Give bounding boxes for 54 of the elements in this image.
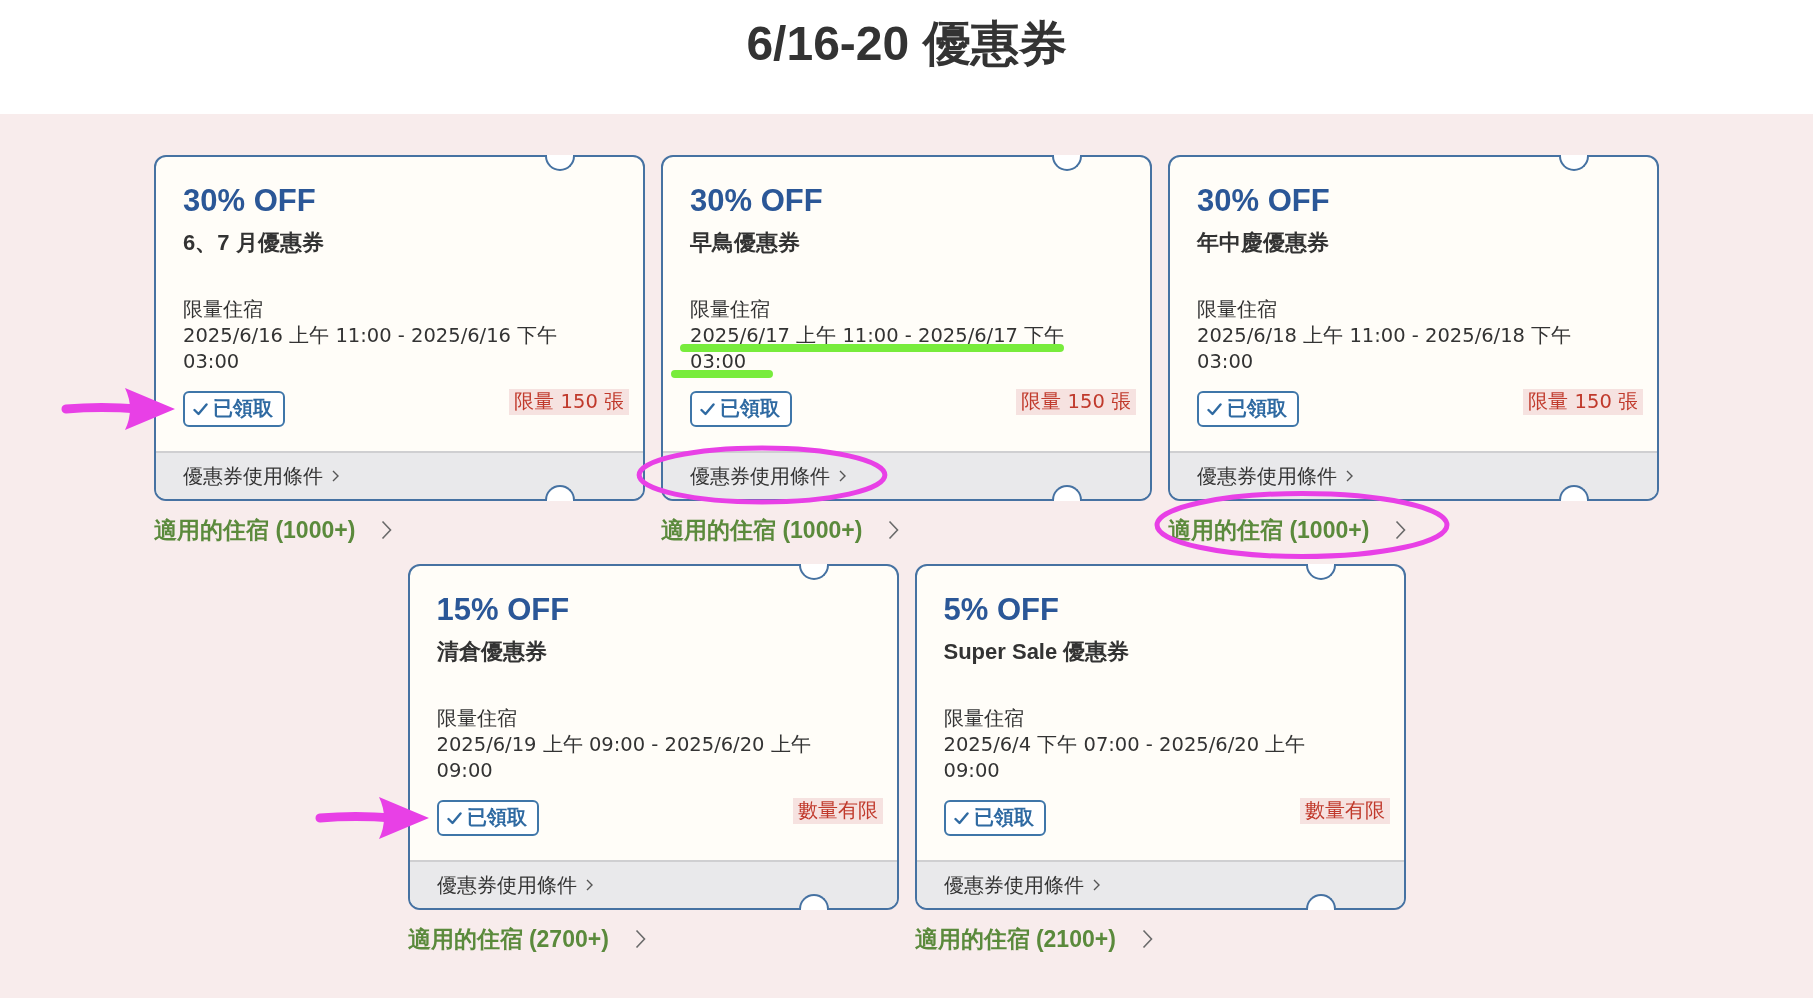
coupon-scope: 限量住宿	[690, 297, 771, 323]
claimed-button[interactable]: 已領取	[1197, 391, 1299, 427]
applicable-hotels-link[interactable]: 適用的住宿 (1000+)	[154, 515, 393, 545]
coupon-scope: 限量住宿	[183, 297, 264, 323]
applicable-hotels-link[interactable]: 適用的住宿 (1000+)	[661, 515, 900, 545]
valid-period: 2025/6/16 上午 11:00 - 2025/6/16 下午 03:00	[183, 323, 559, 375]
claimed-button[interactable]: 已領取	[690, 391, 792, 427]
valid-period: 2025/6/18 上午 11:00 - 2025/6/18 下午 03:00	[1197, 323, 1573, 375]
quantity-tag: 數量有限	[792, 798, 883, 824]
applicable-hotels-link[interactable]: 適用的住宿 (2100+)	[914, 924, 1153, 954]
check-icon	[193, 402, 208, 416]
quantity-tag: 限量 150 張	[1523, 389, 1643, 415]
terms-link[interactable]: 優惠券使用條件	[1197, 463, 1353, 489]
check-icon	[700, 402, 715, 416]
applicable-hotels-link[interactable]: 適用的住宿 (2700+)	[407, 924, 646, 954]
coupon-scope: 限量住宿	[436, 706, 518, 732]
chevron-right-icon	[585, 879, 593, 891]
discount-label: 30% OFF	[183, 183, 317, 219]
chevron-right-icon	[381, 520, 393, 540]
valid-period: 2025/6/4 下午 07:00 - 2025/6/20 上午 09:00	[943, 732, 1307, 784]
terms-link[interactable]: 優惠券使用條件	[436, 872, 593, 898]
coupon-name: 年中慶優惠券	[1197, 229, 1330, 257]
claimed-button[interactable]: 已領取	[436, 800, 539, 836]
coupon-scope: 限量住宿	[1197, 297, 1278, 323]
discount-label: 30% OFF	[1197, 183, 1331, 219]
chevron-right-icon	[1141, 929, 1153, 949]
terms-link[interactable]: 優惠券使用條件	[943, 872, 1100, 898]
chevron-right-icon	[332, 470, 339, 482]
quantity-tag: 數量有限	[1299, 798, 1390, 824]
chevron-right-icon	[888, 520, 900, 540]
check-icon	[446, 811, 462, 825]
page-title: 6/16-20 優惠券	[746, 16, 1067, 72]
coupon-name: 6、7 月優惠券	[183, 229, 325, 257]
valid-period: 2025/6/19 上午 09:00 - 2025/6/20 上午 09:00	[436, 732, 812, 784]
claimed-button[interactable]: 已領取	[183, 391, 285, 427]
discount-label: 15% OFF	[436, 592, 571, 628]
coupon-name: Super Sale 優惠券	[943, 638, 1131, 666]
chevron-right-icon	[634, 929, 646, 949]
coupon-scope: 限量住宿	[943, 706, 1025, 732]
quantity-tag: 限量 150 張	[1016, 389, 1136, 415]
claimed-button[interactable]: 已領取	[943, 800, 1046, 836]
discount-label: 5% OFF	[943, 592, 1060, 628]
coupon-name: 早鳥優惠券	[690, 229, 801, 257]
check-icon	[953, 811, 969, 825]
coupon-name: 清倉優惠券	[436, 638, 548, 666]
check-icon	[1207, 402, 1222, 416]
chevron-right-icon	[1092, 879, 1100, 891]
chevron-right-icon	[1346, 470, 1353, 482]
quantity-tag: 限量 150 張	[509, 389, 629, 415]
valid-period: 2025/6/17 上午 11:00 - 2025/6/17 下午 03:00	[690, 323, 1066, 375]
terms-link[interactable]: 優惠券使用條件	[183, 463, 339, 489]
discount-label: 30% OFF	[690, 183, 824, 219]
chevron-right-icon	[839, 470, 846, 482]
chevron-right-icon	[1395, 520, 1407, 540]
